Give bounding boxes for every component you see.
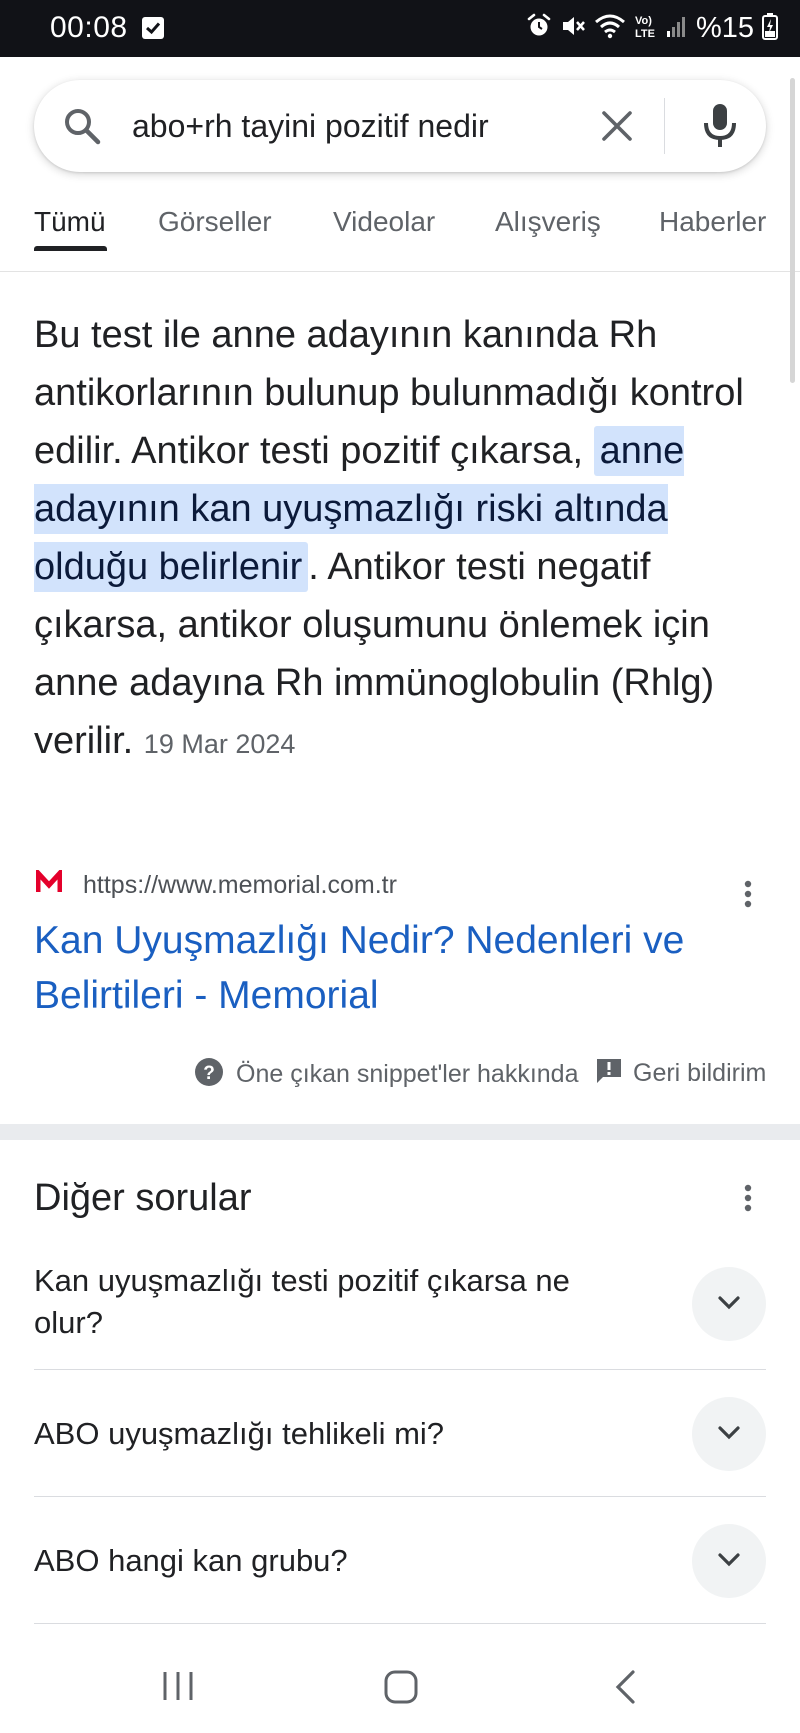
- recent-apps-icon[interactable]: [161, 1670, 195, 1707]
- search-icon[interactable]: [62, 106, 102, 151]
- svg-text:Vo): Vo): [635, 15, 652, 27]
- svg-text:LTE: LTE: [635, 28, 655, 40]
- paa-more-options-icon[interactable]: [744, 1184, 752, 1217]
- search-tabs: Tümü Görseller Videolar Alışveriş Haberl…: [0, 196, 800, 272]
- feedback-icon: [595, 1057, 623, 1090]
- about-snippets-link[interactable]: ? Öne çıkan snippet'ler hakkında: [194, 1057, 578, 1092]
- result-title-link[interactable]: Kan Uyuşmazlığı Nedir? Nedenleri ve Beli…: [34, 913, 764, 1023]
- feedback-label: Geri bildirim: [633, 1059, 767, 1087]
- tab-all[interactable]: Tümü: [34, 206, 106, 238]
- search-input[interactable]: [132, 102, 592, 150]
- active-tab-indicator: [34, 246, 107, 251]
- section-separator: [0, 1124, 800, 1140]
- paa-question: Kan uyuşmazlığı testi pozitif çıkarsa ne…: [34, 1263, 570, 1340]
- tab-images[interactable]: Görseller: [158, 206, 272, 238]
- signal-icon: [666, 14, 688, 43]
- battery-charging-icon: [762, 12, 778, 45]
- search-divider: [664, 98, 665, 154]
- check-notification-icon: [142, 17, 164, 39]
- mute-icon: [560, 13, 586, 44]
- status-time: 00:08: [50, 11, 128, 44]
- tab-shopping[interactable]: Alışveriş: [495, 206, 601, 238]
- divider: [34, 1623, 766, 1624]
- snippet-date: 19 Mar 2024: [143, 729, 296, 759]
- tab-videos[interactable]: Videolar: [333, 206, 435, 238]
- navigation-bar: [0, 1630, 800, 1733]
- back-icon[interactable]: [614, 1670, 636, 1709]
- source-url[interactable]: https://www.memorial.com.tr: [83, 871, 397, 900]
- featured-snippet-text: Bu test ile anne adayının kanında Rh ant…: [34, 306, 774, 773]
- clear-icon[interactable]: [596, 105, 638, 152]
- help-circle-icon: ?: [194, 1057, 224, 1092]
- feedback-link[interactable]: Geri bildirim: [595, 1057, 766, 1090]
- alarm-icon: [526, 13, 552, 44]
- status-bar: 00:08 Vo) LTE %15: [0, 0, 800, 57]
- svg-text:?: ?: [203, 1063, 215, 1084]
- about-snippets-label: Öne çıkan snippet'ler hakkında: [236, 1060, 579, 1088]
- paa-question: ABO uyuşmazlığı tehlikeli mi?: [34, 1416, 445, 1451]
- source-more-options-icon[interactable]: [744, 880, 752, 913]
- paa-heading: Diğer sorular: [34, 1177, 252, 1219]
- divider: [34, 1496, 766, 1497]
- memorial-logo-icon[interactable]: [35, 866, 63, 899]
- paa-question: ABO hangi kan grubu?: [34, 1543, 348, 1578]
- search-bar[interactable]: [34, 80, 766, 172]
- mic-icon[interactable]: [700, 102, 740, 155]
- status-icons: Vo) LTE %15: [526, 10, 778, 46]
- wifi-icon: [594, 13, 626, 44]
- divider: [34, 1369, 766, 1370]
- scrollbar[interactable]: [790, 78, 795, 383]
- chevron-down-icon[interactable]: [692, 1524, 766, 1598]
- chevron-down-icon[interactable]: [692, 1267, 766, 1341]
- chevron-down-icon[interactable]: [692, 1397, 766, 1471]
- home-icon[interactable]: [384, 1670, 418, 1709]
- tab-news[interactable]: Haberler: [659, 206, 766, 238]
- battery-percent: %15: [695, 11, 754, 44]
- volte-icon: Vo) LTE: [634, 12, 658, 45]
